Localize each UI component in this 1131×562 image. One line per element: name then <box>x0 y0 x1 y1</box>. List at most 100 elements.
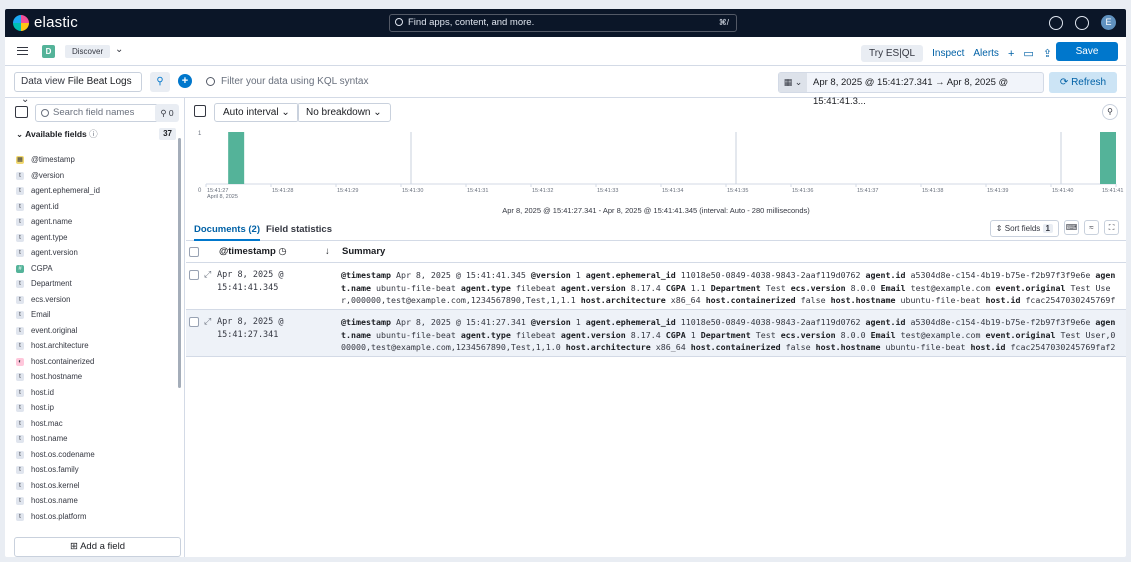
field-item[interactable]: t agent.name <box>16 214 174 230</box>
table-row[interactable]: ⤢ Apr 8, 2025 @ 15:41:27.341 @timestamp Ap… <box>186 310 1126 357</box>
field-search-placeholder: Search field names <box>53 107 135 118</box>
summary-field-key: host.hostname <box>815 342 881 352</box>
sort-fields-button[interactable]: ⇕ Sort fields 1 <box>989 220 1059 237</box>
sidebar-scrollbar[interactable] <box>178 138 181 388</box>
field-item[interactable]: t host.name <box>16 431 174 447</box>
field-item[interactable]: thost.os.type <box>16 524 174 528</box>
histogram-bar <box>228 132 245 184</box>
field-item[interactable]: t host.os.name <box>16 493 174 509</box>
expand-row-icon[interactable]: ⤢ <box>204 269 211 280</box>
elastic-logo[interactable]: elastic <box>13 14 78 31</box>
summary-field-key: Department <box>710 282 761 293</box>
space-badge[interactable]: D <box>42 45 55 58</box>
tab-documents[interactable]: Documents (2) <box>194 224 260 241</box>
summary-field-key: host.architecture <box>565 342 651 352</box>
field-item[interactable]: t host.os.family <box>16 462 174 478</box>
col-summary[interactable]: Summary <box>342 241 385 263</box>
field-name: host.os.codename <box>31 449 95 459</box>
global-search-input[interactable]: Find apps, content, and more. ⌘/ <box>389 14 737 32</box>
alerts-link[interactable]: Alerts <box>973 48 999 59</box>
field-item[interactable]: t agent.id <box>16 199 174 215</box>
summary-field-key: agent.ephemeral_id <box>585 317 676 327</box>
field-item[interactable]: ◐ host.containerized <box>16 354 174 370</box>
field-search-input[interactable]: Search field names <box>35 104 159 122</box>
add-field-button[interactable]: ⊞ Add a field <box>14 537 181 557</box>
field-item[interactable]: t Email <box>16 307 174 323</box>
field-item[interactable]: t ecs.version <box>16 292 174 308</box>
field-item[interactable]: t host.hostname <box>16 369 174 385</box>
field-item[interactable]: ▦ @timestamp <box>16 152 174 168</box>
x-tick-label: 15:41:41 <box>1102 188 1123 194</box>
field-item[interactable]: t agent.version <box>16 245 174 261</box>
expand-row-icon[interactable]: ⤢ <box>204 316 211 327</box>
help-icon[interactable] <box>1049 15 1063 30</box>
calendar-icon[interactable]: ▦ ⌄ <box>779 73 807 92</box>
field-item[interactable]: t @version <box>16 168 174 184</box>
share-icon[interactable]: ⇪ <box>1043 47 1052 60</box>
add-filter-button[interactable]: + <box>178 74 192 88</box>
try-esql-button[interactable]: Try ES|QL <box>861 45 924 62</box>
field-item[interactable]: t host.ip <box>16 400 174 416</box>
field-item[interactable]: t agent.ephemeral_id <box>16 183 174 199</box>
field-name: host.ip <box>31 403 54 412</box>
row-checkbox[interactable] <box>189 270 199 280</box>
grid-options: ⌨ ≈ ⛶ <box>1064 220 1119 235</box>
breakdown-select[interactable]: No breakdown ⌄ <box>297 103 391 122</box>
field-filter-button[interactable]: ⚲ 0 <box>155 104 179 122</box>
field-name: host.os.type <box>31 527 73 528</box>
field-item[interactable]: t event.original <box>16 323 174 339</box>
field-item[interactable]: t host.os.codename <box>16 447 174 463</box>
interval-select[interactable]: Auto interval ⌄ <box>214 103 299 122</box>
field-item[interactable]: t host.id <box>16 385 174 401</box>
select-all-checkbox[interactable] <box>189 247 199 257</box>
field-name: Department <box>31 279 72 288</box>
x-tick-label: 15:41:29 <box>337 188 358 194</box>
user-avatar[interactable]: E <box>1101 15 1116 30</box>
save-button[interactable]: Save <box>1056 42 1118 61</box>
chart-options-icon[interactable]: ⚲ <box>1102 104 1118 120</box>
breadcrumb-discover[interactable]: Discover <box>65 45 111 58</box>
info-icon: ⓘ <box>89 129 98 139</box>
open-folder-icon[interactable]: ▭ <box>1023 47 1033 60</box>
field-type-string-icon: t <box>16 295 24 304</box>
field-item[interactable]: # CGPA <box>16 261 174 277</box>
fullscreen-icon[interactable]: ⛶ <box>1104 220 1119 235</box>
field-type-date-icon: ▦ <box>16 156 24 164</box>
search-shortcut: ⌘/ <box>718 18 729 27</box>
menu-icon[interactable] <box>17 47 28 55</box>
row-checkbox[interactable] <box>189 317 199 327</box>
field-item[interactable]: t agent.type <box>16 230 174 246</box>
summary-field-key: host.hostname <box>830 295 896 305</box>
field-item[interactable]: t host.os.kernel <box>16 478 174 494</box>
field-item[interactable]: t host.architecture <box>16 338 174 354</box>
sort-desc-icon[interactable]: ↓ <box>325 241 330 263</box>
available-fields-header[interactable]: ⌄ Available fields ⓘ 37 <box>16 127 176 141</box>
add-field-label: Add a field <box>80 541 125 552</box>
summary-field-key: ecs.version <box>790 282 846 293</box>
date-picker[interactable]: ▦ ⌄ Apr 8, 2025 @ 15:41:27.341 → Apr 8, … <box>778 72 1044 107</box>
chevron-down-icon[interactable]: ⌄ <box>115 44 123 55</box>
refresh-button[interactable]: ⟳ Refresh <box>1049 72 1117 93</box>
display-settings-icon[interactable]: ≈ <box>1084 220 1099 235</box>
field-item[interactable]: t host.os.platform <box>16 509 174 525</box>
summary-field-value: 1 <box>575 317 581 327</box>
news-feed-icon[interactable] <box>1075 15 1089 30</box>
elastic-logo-icon <box>13 14 29 31</box>
inspect-link[interactable]: Inspect <box>932 48 964 59</box>
sidebar-toolbar: Search field names ⚲ 0 <box>15 104 179 122</box>
kql-input[interactable]: Filter your data using KQL syntax <box>203 72 775 92</box>
table-row[interactable]: ⤢ Apr 8, 2025 @ 15:41:41.345 @timestamp Ap… <box>186 263 1126 310</box>
field-item[interactable]: t host.mac <box>16 416 174 432</box>
col-timestamp[interactable]: @timestamp ◷ <box>219 241 287 263</box>
new-search-icon[interactable]: + <box>1008 48 1014 60</box>
keyboard-icon[interactable]: ⌨ <box>1064 220 1079 235</box>
field-item[interactable]: t Department <box>16 276 174 292</box>
field-name: agent.id <box>31 201 59 211</box>
toggle-chart-icon[interactable] <box>194 105 206 117</box>
tab-field-statistics[interactable]: Field statistics <box>266 224 332 239</box>
collapse-sidebar-icon[interactable] <box>15 106 28 118</box>
filter-menu-button[interactable]: ⚲ <box>150 72 170 92</box>
summary-field-key: host.containerized <box>705 295 796 305</box>
data-view-picker[interactable]: Data view File Beat Logs ⌄ <box>14 72 142 105</box>
summary-field-value: filebeat <box>515 329 556 340</box>
